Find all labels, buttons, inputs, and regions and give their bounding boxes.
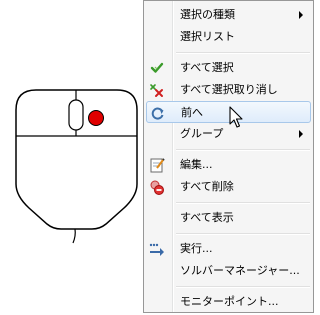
- mouse-cable: [72, 228, 76, 244]
- menu-item-label: モニターポイント...: [180, 295, 279, 308]
- menu-item-label: 選択の種類: [180, 8, 235, 21]
- menu-item-selection-list[interactable]: 選択リスト: [146, 26, 311, 48]
- run-arrow-icon: [149, 243, 164, 256]
- mouse-illustration: [15, 89, 138, 244]
- menu-item-label: すべて削除: [180, 180, 234, 193]
- menu-item-edit[interactable]: 編集...: [146, 154, 311, 176]
- menu-item-show-all[interactable]: すべて表示: [146, 207, 311, 229]
- mouse-scroll-wheel: [68, 99, 84, 131]
- menu-separator: [176, 233, 310, 235]
- menu-item-run[interactable]: 実行...: [146, 238, 311, 260]
- red-x-icon: [150, 84, 163, 97]
- circular-arrow-icon: [151, 107, 164, 120]
- mouse-pointer-icon: [229, 106, 243, 128]
- menu-item-solver-manager[interactable]: ソルバーマネージャー...: [146, 260, 311, 282]
- context-menu: 選択の種類 選択リスト すべて選択 すべて選択取り消し 前へ グループ 編集..…: [143, 0, 314, 313]
- menu-separator: [176, 286, 310, 288]
- menu-item-select-all[interactable]: すべて選択: [146, 57, 311, 79]
- menu-item-label: すべて表示: [180, 211, 234, 224]
- green-checkmark-icon: [150, 62, 164, 73]
- menu-item-label: 前へ: [181, 106, 203, 119]
- menu-item-label: ソルバーマネージャー...: [180, 264, 300, 277]
- menu-item-monitor-points[interactable]: モニターポイント...: [146, 291, 311, 313]
- menu-item-deselect-all[interactable]: すべて選択取り消し: [146, 79, 311, 101]
- submenu-arrow-icon: [299, 11, 303, 19]
- menu-item-selection-type[interactable]: 選択の種類: [146, 4, 311, 26]
- menu-item-label: グループ: [180, 127, 224, 140]
- menu-item-label: 編集...: [180, 158, 213, 171]
- menu-separator: [176, 202, 310, 204]
- delete-icon: [150, 180, 164, 195]
- menu-separator: [176, 52, 310, 54]
- menu-item-label: 選択リスト: [180, 30, 235, 43]
- edit-document-icon: [150, 158, 165, 173]
- menu-item-label: すべて選択取り消し: [180, 83, 278, 96]
- menu-item-label: 実行...: [180, 242, 213, 255]
- menu-item-label: すべて選択: [180, 61, 234, 74]
- menu-separator: [176, 149, 310, 151]
- right-button-indicator: [88, 110, 104, 126]
- submenu-arrow-icon: [299, 130, 303, 138]
- menu-item-delete-all[interactable]: すべて削除: [146, 176, 311, 198]
